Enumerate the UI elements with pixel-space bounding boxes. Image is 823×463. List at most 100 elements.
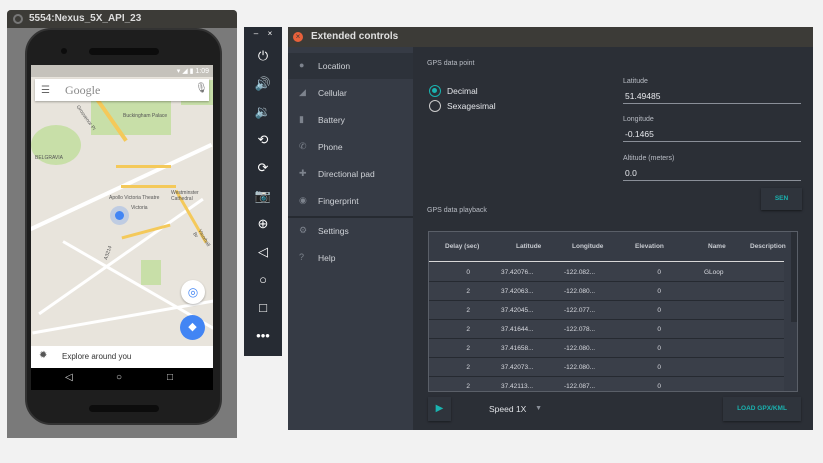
chevron-down-icon: ▼: [535, 405, 542, 412]
playback-controls: ▶ Speed 1X ▼ LOAD GPX/KML: [413, 397, 813, 430]
table-row[interactable]: 2 37.42063... -122.080... 0: [429, 282, 784, 301]
explore-bar[interactable]: ✹ Explore around you: [31, 346, 213, 368]
sidebar-item-location[interactable]: ● Location: [288, 53, 413, 79]
mic-icon[interactable]: 🎙: [195, 83, 208, 94]
table-cell: -122.080...: [564, 345, 596, 352]
sidebar-item-phone[interactable]: ✆ Phone: [288, 134, 413, 160]
table-cell: 37.42073...: [501, 364, 534, 371]
column-header[interactable]: Latitude: [516, 243, 541, 250]
altitude-input[interactable]: 0.0: [623, 168, 801, 181]
power-icon[interactable]: ⏻: [244, 48, 282, 64]
map-label: BELGRAVIA: [35, 155, 63, 161]
menu-icon[interactable]: ☰: [41, 85, 50, 96]
sidebar-item-fingerprint[interactable]: ◉ Fingerprint: [288, 188, 413, 214]
sidebar: ● Location ◢ Cellular ▮ Battery ✆ Phone ✚ Dir…: [288, 47, 413, 430]
rotate-right-icon[interactable]: ⟳: [244, 160, 282, 176]
explore-label: Explore around you: [62, 352, 132, 361]
more-icon[interactable]: •••: [244, 328, 282, 343]
back-icon[interactable]: ◁: [244, 244, 282, 260]
phone-icon: ✆: [299, 141, 307, 151]
table-row[interactable]: 2 37.42113... -122.087... 0: [429, 377, 784, 391]
location-pin-icon: ●: [299, 60, 305, 70]
volume-up-icon[interactable]: 🔊: [244, 76, 282, 92]
radio-unchecked-icon: [429, 100, 441, 112]
camera: [61, 48, 67, 54]
status-time: 1:09: [195, 68, 209, 75]
latitude-input[interactable]: 51.49485: [623, 91, 801, 104]
table-cell: -122.080...: [564, 364, 596, 371]
speaker: [89, 48, 159, 55]
column-header[interactable]: Longitude: [572, 243, 603, 250]
table-cell: -122.077...: [564, 307, 596, 314]
column-header[interactable]: Delay (sec): [445, 243, 479, 250]
load-gpx-kml-button[interactable]: LOAD GPX/KML: [723, 397, 801, 421]
table-cell: 0: [657, 269, 661, 276]
fingerprint-icon: ◉: [299, 195, 307, 205]
table-cell: -122.087...: [564, 383, 596, 390]
column-header[interactable]: Description: [750, 243, 786, 250]
column-header[interactable]: Elevation: [635, 243, 664, 250]
emulator-toolbar: – × ⏻ 🔊 🔉 ⟲ ⟳ 📷 ⊕ ◁ ○ □ •••: [244, 27, 282, 356]
sidebar-item-help[interactable]: ? Help: [288, 245, 413, 271]
gps-playback-table[interactable]: Delay (sec) Latitude Longitude Elevation…: [428, 231, 798, 392]
recents-icon[interactable]: □: [167, 372, 173, 383]
table-cell: 2: [466, 383, 470, 390]
maps-search-bar[interactable]: ☰ Google 🎙: [35, 79, 209, 101]
play-icon: ▶: [435, 403, 444, 414]
volume-down-icon[interactable]: 🔉: [244, 104, 282, 120]
my-location-button[interactable]: ◎: [181, 280, 205, 304]
extended-controls-window: Extended controls × ● Location ◢ Cellular …: [288, 27, 813, 430]
sidebar-item-directional-pad[interactable]: ✚ Directional pad: [288, 161, 413, 187]
dpad-icon: ✚: [299, 168, 307, 178]
phone-screen[interactable]: Buckingham Palace Apollo Victoria Theatr…: [31, 65, 213, 390]
close-button[interactable]: ×: [293, 32, 303, 42]
map-label: Westminster Cathedral: [171, 190, 199, 202]
sidebar-item-settings[interactable]: ⚙ Settings: [288, 218, 413, 244]
send-button[interactable]: SEN: [761, 188, 802, 210]
table-row[interactable]: 2 37.42045... -122.077... 0: [429, 301, 784, 320]
help-icon: ?: [299, 252, 305, 262]
overview-icon[interactable]: □: [244, 300, 282, 315]
rotate-left-icon[interactable]: ⟲: [244, 132, 282, 148]
table-row[interactable]: 2 37.41644... -122.078... 0: [429, 320, 784, 339]
speed-dropdown[interactable]: Speed 1X ▼: [475, 402, 550, 418]
table-row[interactable]: 0 37.42076... -122.082... 0 GLoop: [429, 263, 784, 282]
table-cell: -122.078...: [564, 326, 596, 333]
current-location-marker: [115, 211, 124, 220]
home-icon[interactable]: ○: [244, 272, 282, 287]
zoom-icon[interactable]: ⊕: [244, 216, 282, 232]
table-cell: GLoop: [704, 269, 724, 276]
directions-button[interactable]: ◆: [180, 315, 205, 340]
table-row[interactable]: 2 37.41658... -122.080... 0: [429, 339, 784, 358]
gps-point-heading: GPS data point: [427, 60, 475, 67]
emulator-close-button[interactable]: [13, 14, 23, 24]
longitude-label: Longitude: [623, 116, 654, 123]
table-row[interactable]: 2 37.42073... -122.080... 0: [429, 358, 784, 377]
home-icon[interactable]: ○: [116, 372, 122, 383]
sexagesimal-radio[interactable]: Sexagesimal: [429, 100, 496, 112]
table-cell: 37.42045...: [501, 307, 534, 314]
back-icon[interactable]: ◁: [65, 372, 73, 383]
table-cell: 2: [466, 307, 470, 314]
table-cell: 0: [657, 307, 661, 314]
sidebar-item-battery[interactable]: ▮ Battery: [288, 107, 413, 133]
window-title: Extended controls: [288, 27, 813, 47]
table-cell: 2: [466, 288, 470, 295]
sidebar-item-cellular[interactable]: ◢ Cellular: [288, 80, 413, 106]
table-cell: 37.42063...: [501, 288, 534, 295]
emulator-title: 5554:Nexus_5X_API_23: [7, 10, 237, 28]
close-button[interactable]: ×: [251, 29, 289, 38]
play-button[interactable]: ▶: [428, 397, 451, 421]
column-header[interactable]: Name: [708, 243, 726, 250]
search-placeholder: Google: [65, 83, 101, 97]
location-panel: GPS data point Decimal Sexagesimal Latit…: [413, 47, 813, 430]
decimal-radio[interactable]: Decimal: [429, 85, 478, 97]
map-label: Buckingham Palace: [123, 113, 168, 119]
longitude-input[interactable]: -0.1465: [623, 129, 801, 142]
signal-icon: ◢: [299, 87, 306, 97]
camera-icon[interactable]: 📷: [244, 188, 282, 204]
table-scrollbar[interactable]: [791, 232, 797, 322]
altitude-label: Altitude (meters): [623, 155, 675, 162]
radio-checked-icon: [429, 85, 441, 97]
android-nav-bar: ◁ ○ □: [31, 368, 213, 390]
